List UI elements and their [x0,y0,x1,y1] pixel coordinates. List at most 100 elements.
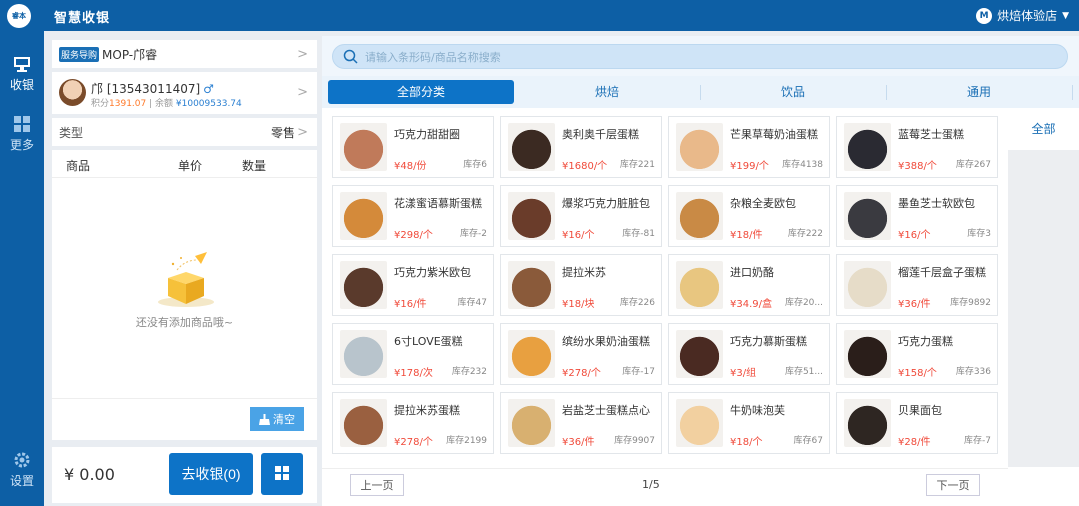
chevron-right-icon: > [297,46,308,62]
product-price: ¥16/个 [562,230,595,241]
type-label: 类型 [59,125,84,140]
product-card[interactable]: 岩盐芝士蛋糕点心 ¥36/件 库存9907 [500,392,662,454]
member-stats: 积分1391.07 | 余额 ¥10009533.74 [91,99,242,109]
product-stock: 库存51... [784,367,823,377]
nav-item-more[interactable]: 更多 [0,115,44,153]
product-image [844,330,891,378]
product-stock: 库存9892 [950,298,991,308]
nav-item-cashier[interactable]: 收银 [0,55,44,93]
tab-all[interactable]: 全部分类 [328,80,514,104]
product-card[interactable]: 榴莲千层盒子蛋糕 ¥36/件 库存9892 [836,254,998,316]
product-card[interactable]: 巧克力慕斯蛋糕 ¥3/组 库存51... [668,323,830,385]
store-switcher[interactable]: M 烘焙体验店 ▼ [976,7,1069,24]
product-stock: 库存336 [955,367,991,377]
product-card[interactable]: 奥利奥千层蛋糕 ¥1680/个 库存221 [500,116,662,178]
product-price: ¥36/件 [898,299,931,310]
product-card[interactable]: 巧克力蛋糕 ¥158/个 库存336 [836,323,998,385]
male-icon: ♂ [203,82,214,96]
product-card[interactable]: 花漾蜜语慕斯蛋糕 ¥298/个 库存-2 [332,185,494,247]
grid-icon [275,465,289,480]
next-page-button[interactable]: 下一页 [926,474,980,496]
category-tabs: 全部分类 烘焙 饮品 通用 [322,76,1079,108]
product-image [844,123,891,171]
top-bar: 睿本 智慧收银 M 烘焙体验店 ▼ [0,0,1079,31]
sales-guide-row[interactable]: 服务导购 MOP-邝睿 > [52,40,317,68]
product-name: 巧克力蛋糕 [898,335,953,348]
product-stock: 库存4138 [782,160,823,170]
product-name: 缤纷水果奶油蛋糕 [562,335,650,348]
total-amount: ¥ 0.00 [64,465,115,484]
clear-cart-button[interactable]: 清空 [250,407,304,431]
product-image [508,123,555,171]
product-card[interactable]: 巧克力甜甜圈 ¥48/份 库存6 [332,116,494,178]
page-indicator: 1/5 [642,478,660,491]
product-price: ¥158/个 [898,368,937,379]
subcategory-all[interactable]: 全部 [1008,108,1079,150]
search-input[interactable] [365,48,1015,66]
checkout-button[interactable]: 去收银(0) [169,453,253,495]
product-stock: 库存221 [619,160,655,170]
product-price: ¥18/个 [730,437,763,448]
product-stock: 库存6 [463,160,487,170]
broom-icon [259,413,270,425]
product-card[interactable]: 缤纷水果奶油蛋糕 ¥278/个 库存-17 [500,323,662,385]
quick-menu-button[interactable] [261,453,303,495]
product-price: ¥388/个 [898,161,937,172]
product-card[interactable]: 牛奶味泡芙 ¥18/个 库存67 [668,392,830,454]
product-stock: 库存222 [787,229,823,239]
tab-drinks[interactable]: 饮品 [700,80,886,104]
product-stock: 库存-2 [460,229,487,239]
avatar [59,79,86,106]
monitor-icon [14,57,30,72]
product-card[interactable]: 巧克力紫米欧包 ¥16/件 库存47 [332,254,494,316]
col-product: 商品 [66,159,91,173]
product-card[interactable]: 6寸LOVE蛋糕 ¥178/次 库存232 [332,323,494,385]
product-card[interactable]: 杂粮全麦欧包 ¥18/件 库存222 [668,185,830,247]
product-name: 提拉米苏 [562,266,606,279]
product-name: 岩盐芝士蛋糕点心 [562,404,650,417]
product-name: 贝果面包 [898,404,942,417]
tab-bakery[interactable]: 烘焙 [514,80,700,104]
product-card[interactable]: 墨鱼芝士软欧包 ¥16/个 库存3 [836,185,998,247]
product-card[interactable]: 提拉米苏蛋糕 ¥278/个 库存2199 [332,392,494,454]
product-price: ¥178/次 [394,368,433,379]
product-card[interactable]: 蓝莓芝士蛋糕 ¥388/个 库存267 [836,116,998,178]
subcategory-list [1008,150,1079,467]
product-price: ¥1680/个 [562,161,608,172]
product-card[interactable]: 进口奶酪 ¥34.9/盒 库存20... [668,254,830,316]
product-stock: 库存67 [793,436,823,446]
product-name: 芒果草莓奶油蛋糕 [730,128,818,141]
nav-label: 设置 [9,474,34,488]
tab-general[interactable]: 通用 [886,80,1072,104]
product-image [340,123,387,171]
empty-box-icon [158,252,214,307]
product-price: ¥278/个 [394,437,433,448]
product-card[interactable]: 提拉米苏 ¥18/块 库存226 [500,254,662,316]
product-price: ¥18/块 [562,299,595,310]
checkout-bar: ¥ 0.00 去收银(0) [52,447,317,503]
product-stock: 库存20... [784,298,823,308]
product-stock: 库存-7 [964,436,991,446]
product-price: ¥28/件 [898,437,931,448]
member-name: 邝 [13543011407] ♂ [91,82,214,96]
member-row[interactable]: 邝 [13543011407] ♂ 积分1391.07 | 余额 ¥1000953… [52,72,317,114]
product-image [340,330,387,378]
caret-down-icon: ▼ [1062,10,1069,21]
product-image [340,399,387,447]
product-name: 6寸LOVE蛋糕 [394,335,463,348]
product-price: ¥3/组 [730,368,757,379]
type-row[interactable]: 类型 零售 > [52,118,317,146]
product-price: ¥199/个 [730,161,769,172]
product-name: 奥利奥千层蛋糕 [562,128,639,141]
col-qty: 数量 [242,159,267,173]
product-card[interactable]: 贝果面包 ¥28/件 库存-7 [836,392,998,454]
guide-tag: 服务导购 [59,46,100,62]
product-price: ¥36/件 [562,437,595,448]
product-card[interactable]: 芒果草莓奶油蛋糕 ¥199/个 库存4138 [668,116,830,178]
prev-page-button[interactable]: 上一页 [350,474,404,496]
product-name: 花漾蜜语慕斯蛋糕 [394,197,482,210]
product-price: ¥16/个 [898,230,931,241]
product-card[interactable]: 爆浆巧克力脏脏包 ¥16/个 库存-81 [500,185,662,247]
product-name: 牛奶味泡芙 [730,404,785,417]
nav-item-settings[interactable]: 设置 [0,451,44,489]
